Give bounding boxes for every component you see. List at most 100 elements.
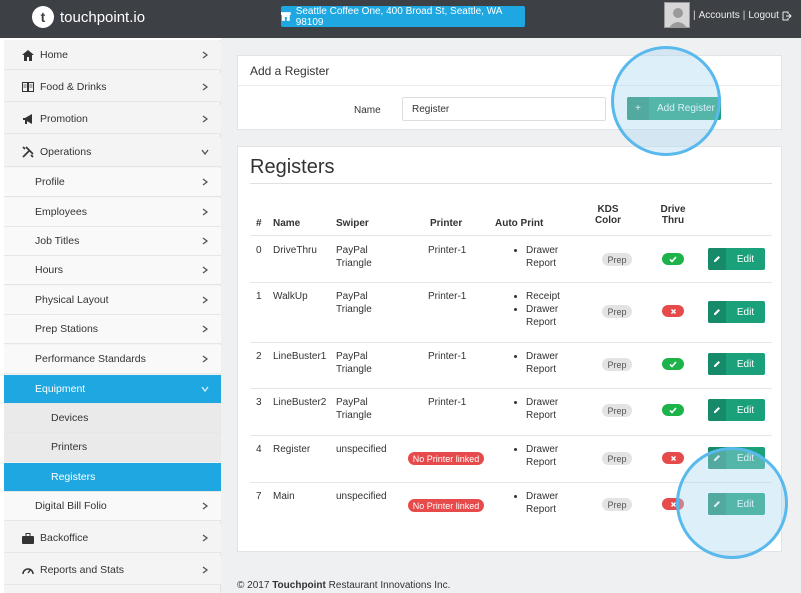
sidebar-item-backoffice[interactable]: Backoffice	[4, 524, 221, 553]
add-register-panel: Add a Register Name Register + Add Regis…	[237, 55, 783, 130]
sidebar-item-prep-stations[interactable]: Prep Stations	[4, 315, 221, 344]
check-icon	[669, 255, 677, 263]
edit-button[interactable]: Edit	[708, 493, 765, 515]
edit-label: Edit	[736, 358, 755, 370]
sidebar-item-label: Digital Bill Folio	[35, 500, 107, 512]
chevron-right-icon	[202, 178, 209, 186]
register-name: LineBuster2	[273, 397, 327, 408]
logo[interactable]: t touchpoint.io	[32, 6, 145, 28]
register-number: 0	[256, 245, 262, 256]
menu-book-icon	[22, 81, 34, 93]
register-number: 4	[256, 444, 262, 455]
sidebar-item-profile[interactable]: Profile	[4, 168, 221, 197]
sidebar: Home Food & Drinks Promotion Operations …	[4, 40, 221, 593]
kds-color-badge: Prep	[602, 253, 632, 266]
page-title: Registers	[250, 156, 335, 178]
divider	[238, 85, 783, 86]
register-name-input[interactable]: Register	[402, 97, 606, 121]
sidebar-item-printers[interactable]: Printers	[4, 433, 221, 462]
sidebar-item-hours[interactable]: Hours	[4, 256, 221, 285]
kds-color-badge: Prep	[602, 404, 632, 417]
close-icon	[670, 455, 676, 461]
pencil-icon	[708, 301, 726, 323]
register-number: 2	[256, 351, 262, 362]
sidebar-item-label: Profile	[35, 176, 65, 188]
sidebar-item-digital-bill-folio[interactable]: Digital Bill Folio	[4, 492, 221, 521]
logout-icon[interactable]	[782, 11, 792, 21]
sidebar-item-food-drinks[interactable]: Food & Drinks	[4, 73, 221, 102]
check-icon	[669, 360, 677, 368]
edit-button[interactable]: Edit	[708, 301, 765, 323]
register-name: Register	[273, 444, 311, 455]
logout-link[interactable]: Logout	[748, 10, 779, 21]
store-label: Seattle Coffee One, 400 Broad St, Seattl…	[295, 5, 502, 28]
user-avatar-icon	[665, 3, 689, 27]
megaphone-icon	[22, 113, 34, 125]
avatar[interactable]	[664, 2, 690, 28]
sidebar-item-label: Printers	[51, 441, 88, 453]
add-register-button[interactable]: + Add Register	[627, 97, 721, 120]
auto-print-list: Drawer Report	[514, 490, 578, 516]
edit-button[interactable]: Edit	[708, 353, 765, 375]
auto-print-list: Receipt Drawer Report	[514, 290, 578, 329]
chevron-right-icon	[202, 502, 209, 510]
accounts-link[interactable]: Accounts	[699, 10, 740, 21]
register-name: LineBuster1	[273, 351, 327, 362]
auto-print-list: Drawer Report	[514, 396, 578, 422]
table-row: 4 Register unspecified No Printer linked…	[250, 435, 772, 482]
kds-color-badge: Prep	[602, 452, 632, 465]
sidebar-item-promotion[interactable]: Promotion	[4, 105, 221, 134]
edit-button[interactable]: Edit	[708, 447, 765, 469]
sidebar-item-label: Home	[40, 49, 69, 61]
register-swiper: unspecified	[336, 443, 387, 456]
register-swiper: unspecified	[336, 490, 387, 503]
chevron-right-icon	[202, 566, 209, 574]
kds-color-badge: Prep	[602, 305, 632, 318]
sidebar-item-employees[interactable]: Employees	[4, 198, 221, 227]
table-row: 2 LineBuster1 PayPal Triangle Printer-1 …	[250, 342, 772, 388]
sidebar-item-performance-standards[interactable]: Performance Standards	[4, 345, 221, 374]
chevron-right-icon	[202, 237, 209, 245]
drive-thru-toggle[interactable]	[662, 452, 684, 464]
drive-thru-toggle[interactable]	[662, 404, 684, 416]
register-printer: Printer-1	[428, 397, 467, 408]
column-header-swiper: Swiper	[336, 218, 369, 229]
register-printer: Printer-1	[428, 291, 467, 302]
edit-label: Edit	[736, 253, 755, 265]
register-swiper: PayPal Triangle	[336, 290, 372, 316]
edit-button[interactable]: Edit	[708, 399, 765, 421]
header-line: KDS	[597, 204, 619, 215]
chevron-down-icon	[201, 386, 209, 393]
sidebar-item-devices[interactable]: Devices	[4, 404, 221, 433]
table-row: 7 Main unspecified No Printer linked Dra…	[250, 482, 772, 529]
auto-print-item: Drawer Report	[526, 350, 578, 376]
drive-thru-toggle[interactable]	[662, 498, 684, 510]
account-links: | Accounts | Logout	[693, 10, 792, 21]
store-selector-button[interactable]: Seattle Coffee One, 400 Broad St, Seattl…	[281, 5, 525, 28]
chevron-down-icon	[201, 149, 209, 156]
separator: |	[693, 10, 696, 21]
column-header-printer: Printer	[430, 218, 463, 229]
sidebar-item-equipment[interactable]: Equipment	[4, 375, 221, 404]
no-printer-badge: No Printer linked	[408, 499, 484, 512]
drive-thru-toggle[interactable]	[662, 305, 684, 317]
sidebar-item-job-titles[interactable]: Job Titles	[4, 227, 221, 256]
column-header-drive-thru: Drive Thru	[655, 204, 691, 226]
edit-button[interactable]: Edit	[708, 248, 765, 270]
auto-print-item: Drawer Report	[526, 303, 578, 329]
swiper-line: PayPal	[336, 397, 368, 408]
logo-text: touchpoint.io	[60, 8, 146, 26]
briefcase-icon	[22, 532, 34, 544]
separator: |	[742, 10, 746, 21]
sidebar-item-label: Prep Stations	[35, 323, 99, 335]
sidebar-item-home[interactable]: Home	[4, 41, 221, 70]
sidebar-item-registers[interactable]: Registers	[4, 463, 221, 492]
drive-thru-toggle[interactable]	[662, 253, 684, 265]
sidebar-item-operations[interactable]: Operations	[4, 138, 221, 167]
chevron-right-icon	[202, 355, 209, 363]
sidebar-item-physical-layout[interactable]: Physical Layout	[4, 286, 221, 315]
sidebar-item-reports[interactable]: Reports and Stats	[4, 556, 221, 585]
drive-thru-toggle[interactable]	[662, 358, 684, 370]
chevron-right-icon	[202, 266, 209, 274]
plus-icon: +	[627, 97, 649, 120]
